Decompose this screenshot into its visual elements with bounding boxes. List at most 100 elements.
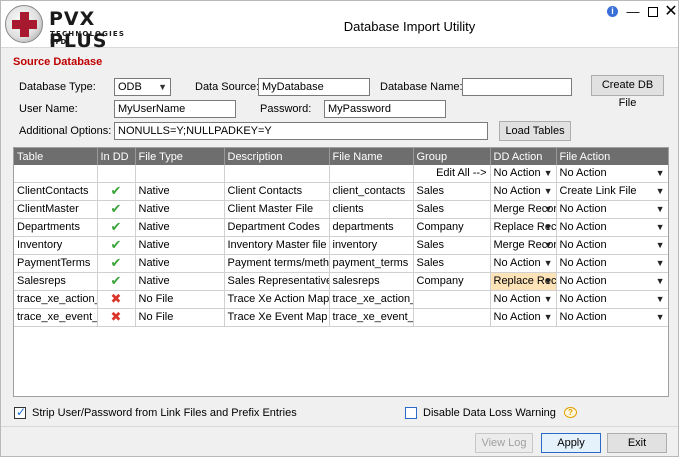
table-row[interactable]: Inventory ✔ Native Inventory Master file inv…	[14, 236, 668, 255]
exit-button[interactable]: Exit	[607, 433, 667, 453]
group-cell	[413, 290, 491, 309]
dd-action-value: No Action	[493, 311, 541, 323]
strip-password-checkbox[interactable]	[14, 405, 26, 419]
dd-action-select[interactable]: Replace Record▼	[490, 218, 557, 237]
file-action-select[interactable]: No Action ▼	[556, 200, 668, 219]
dd-action-select[interactable]: Merge Records▼	[490, 200, 557, 219]
check-icon: ✔	[110, 273, 122, 288]
dd-action-select[interactable]: No Action ▼	[490, 308, 557, 327]
apply-button[interactable]: Apply	[541, 433, 601, 453]
db-type-select[interactable]: ODB ▼	[114, 78, 171, 96]
column-header[interactable]: In DD	[97, 148, 136, 165]
table-row[interactable]: trace_xe_event_map ✖ No FileTrace Xe Event…	[14, 308, 668, 327]
chevron-down-icon: ▼	[655, 203, 665, 214]
chevron-down-icon: ▼	[655, 221, 665, 232]
chevron-down-icon: ▼	[655, 257, 665, 268]
load-tables-button[interactable]: Load Tables	[499, 121, 571, 141]
user-name-input[interactable]: MyUserName	[114, 100, 236, 118]
file-action-select[interactable]: No Action ▼	[556, 236, 668, 255]
file-type-cell: No File	[135, 290, 225, 309]
edit-all-file-action-select[interactable]: No Action ▼	[556, 165, 668, 183]
chevron-down-icon: ▼	[655, 275, 665, 286]
edit-all-dd-action-select[interactable]: No Action ▼	[490, 165, 557, 183]
chevron-down-icon: ▼	[543, 257, 553, 268]
in-dd-cell: ✖	[97, 290, 136, 309]
column-header[interactable]: Table	[14, 148, 98, 165]
table-row[interactable]: PaymentTerms ✔ NativePayment terms/methods…	[14, 254, 668, 273]
check-icon: ✔	[110, 237, 122, 252]
file-action-value: No Action	[559, 257, 607, 269]
file-action-value: No Action	[559, 221, 607, 233]
table-name-cell: trace_xe_action_map	[14, 290, 98, 309]
table-row[interactable]: Departments ✔ Native Department Codes depart…	[14, 218, 668, 237]
dd-action-select[interactable]: No Action ▼	[490, 254, 557, 273]
table-row[interactable]: trace_xe_action_map ✖ No FileTrace Xe Acti…	[14, 290, 668, 309]
file-name-cell: client_contacts	[329, 182, 414, 201]
file-action-select[interactable]: Create Link File ▼	[556, 182, 668, 201]
table-name-cell: PaymentTerms	[14, 254, 98, 273]
column-header[interactable]: Group	[413, 148, 491, 165]
description-cell: Payment terms/methods	[224, 254, 330, 273]
table-row[interactable]: ClientMaster ✔ Native Client Master File cli…	[14, 200, 668, 219]
dd-action-value: No Action	[493, 185, 541, 197]
in-dd-cell: ✔	[97, 236, 136, 255]
file-type-cell: Native	[135, 272, 225, 291]
create-db-file-button[interactable]: Create DB File	[591, 75, 664, 109]
password-input[interactable]: MyPassword	[324, 100, 446, 118]
table-row[interactable]: ClientContacts ✔ Native Client Contacts clie…	[14, 182, 668, 201]
disable-warning-checkbox[interactable]	[405, 407, 417, 419]
data-source-label: Data Source:	[195, 81, 260, 93]
column-header[interactable]: File Type	[135, 148, 225, 165]
file-type-cell: Native	[135, 254, 225, 273]
group-cell	[413, 308, 491, 327]
password-label: Password:	[260, 103, 312, 115]
check-icon: ✔	[110, 183, 122, 198]
maximize-icon[interactable]	[645, 4, 661, 20]
minimize-icon[interactable]: —	[625, 4, 641, 20]
column-header[interactable]: File Name	[329, 148, 414, 165]
description-cell: Client Contacts	[224, 182, 330, 201]
file-action-select[interactable]: No Action ▼	[556, 218, 668, 237]
file-action-select[interactable]: No Action ▼	[556, 254, 668, 273]
description-cell: Sales Representatives	[224, 272, 330, 291]
dd-action-select[interactable]: Replace Record▼	[490, 272, 557, 291]
file-name-cell: inventory	[329, 236, 414, 255]
db-name-input[interactable]	[462, 78, 572, 96]
file-action-value: No Action	[559, 203, 607, 215]
options-input[interactable]: NONULLS=Y;NULLPADKEY=Y	[114, 122, 488, 140]
tables-table: Table In DD File Type Description File N…	[14, 148, 668, 396]
close-icon[interactable]: ✕	[663, 4, 679, 20]
cross-icon: ✖	[110, 309, 122, 324]
empty-row	[14, 326, 668, 344]
file-action-select[interactable]: No Action ▼	[556, 272, 668, 291]
description-cell: Department Codes	[224, 218, 330, 237]
help-icon[interactable]: ?	[564, 407, 577, 418]
file-action-select[interactable]: No Action ▼	[556, 308, 668, 327]
column-header[interactable]: DD Action	[490, 148, 557, 165]
group-cell: Company	[413, 218, 491, 237]
file-action-value: No Action	[559, 275, 607, 287]
file-name-cell: salesreps	[329, 272, 414, 291]
file-type-cell: No File	[135, 308, 225, 327]
chevron-down-icon: ▼	[543, 311, 553, 322]
check-icon: ✔	[110, 219, 122, 234]
check-icon: ✔	[110, 255, 122, 270]
view-log-button[interactable]: View Log	[475, 433, 533, 453]
file-action-select[interactable]: No Action ▼	[556, 290, 668, 309]
description-cell: Inventory Master file	[224, 236, 330, 255]
disable-warning-label: Disable Data Loss Warning	[423, 407, 556, 419]
options-label: Additional Options:	[19, 125, 112, 137]
info-icon[interactable]: i	[607, 6, 618, 17]
chevron-down-icon: ▼	[543, 293, 553, 304]
data-source-input[interactable]: MyDatabase	[258, 78, 370, 96]
column-header[interactable]: File Action	[556, 148, 668, 165]
column-header[interactable]: Description	[224, 148, 330, 165]
dd-action-select[interactable]: No Action ▼	[490, 182, 557, 201]
edit-all-row: Edit All --> No Action ▼ No Action ▼	[14, 165, 668, 183]
dd-action-select[interactable]: No Action ▼	[490, 290, 557, 309]
user-name-label: User Name:	[19, 103, 78, 115]
window-title: Database Import Utility	[343, 19, 476, 34]
tables-grid: Table In DD File Type Description File N…	[13, 147, 669, 397]
dd-action-select[interactable]: Merge Records▼	[490, 236, 557, 255]
table-row[interactable]: Salesreps ✔ Native Sales Representatives sal…	[14, 272, 668, 291]
